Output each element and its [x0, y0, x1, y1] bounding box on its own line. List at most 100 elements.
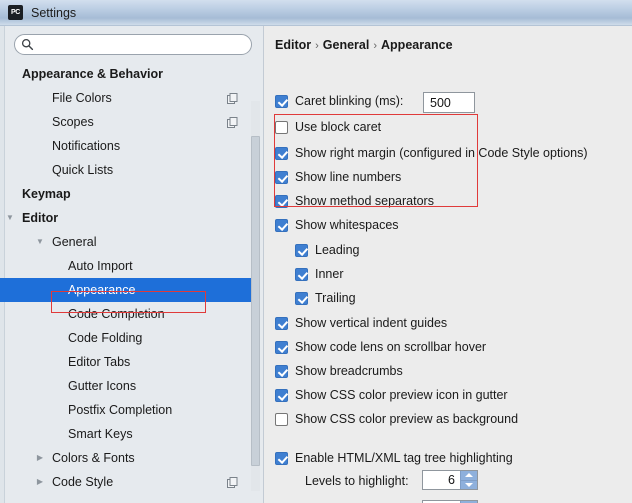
checkbox-trailing[interactable] — [295, 291, 308, 305]
window-title-bar: PC Settings — [0, 0, 632, 26]
settings-dialog: PC Settings Appearance & Behavior File Co… — [0, 0, 632, 503]
search-box[interactable] — [14, 34, 252, 55]
option-show-css-color-preview-icon-in-gutter[interactable]: Show CSS color preview icon in gutter — [275, 388, 508, 402]
option-use-block-caret[interactable]: Use block caret — [275, 120, 381, 134]
option-label: Show right margin (configured in Code St… — [295, 146, 588, 160]
option-label: Show breadcrumbs — [295, 364, 403, 378]
option-show-method-separators[interactable]: Show method separators — [275, 194, 434, 208]
chevron-right-icon[interactable]: ▶ — [34, 476, 46, 488]
option-label: Show whitespaces — [295, 218, 399, 232]
option-caret-blinking[interactable]: Caret blinking (ms): — [275, 94, 403, 108]
checkbox-inner[interactable] — [295, 267, 308, 281]
checkbox-show-line-numbers[interactable] — [275, 170, 288, 184]
option-show-breadcrumbs[interactable]: Show breadcrumbs — [275, 364, 403, 378]
checkbox-show-breadcrumbs[interactable] — [275, 364, 288, 378]
option-enable-html-xml-tag-tree-highlighting[interactable]: Enable HTML/XML tag tree highlighting — [275, 451, 513, 465]
chevron-down-icon[interactable]: ▼ — [34, 236, 46, 248]
sidebar-item-colors-fonts[interactable]: ▶ Colors & Fonts — [0, 446, 252, 470]
option-show-line-numbers[interactable]: Show line numbers — [275, 170, 401, 184]
sidebar-item-editor-tabs[interactable]: Editor Tabs — [0, 350, 252, 374]
breadcrumb-separator-2: › — [373, 40, 378, 52]
search-input[interactable] — [38, 37, 242, 52]
checkbox-show-right-margin-configured-in-code-style-options[interactable] — [275, 146, 288, 160]
levels-to-highlight-increment[interactable] — [461, 471, 477, 481]
search-field-wrapper — [14, 34, 252, 55]
sidebar-item-notifications[interactable]: Notifications — [0, 134, 252, 158]
chevron-down-icon[interactable]: ▼ — [4, 212, 16, 224]
caret-blinking-value-field[interactable]: 500 — [423, 92, 475, 113]
breadcrumb-part-general[interactable]: General — [323, 38, 370, 52]
checkbox-caret-blinking[interactable] — [275, 94, 288, 108]
settings-tree: Appearance & Behavior File Colors Scopes No… — [0, 62, 252, 494]
chevron-right-icon[interactable]: ▶ — [34, 452, 46, 464]
option-label: Show method separators — [295, 194, 434, 208]
option-label: Trailing — [315, 291, 356, 305]
sidebar-item-postfix-completion[interactable]: Postfix Completion — [0, 398, 252, 422]
checkbox-use-block-caret[interactable] — [275, 120, 288, 134]
breadcrumb: Editor › General › Appearance — [275, 38, 453, 52]
copy-icon[interactable] — [227, 92, 238, 104]
sidebar-item-code-style[interactable]: ▶ Code Style — [0, 470, 252, 494]
option-show-css-color-preview-as-background[interactable]: Show CSS color preview as background — [275, 412, 518, 426]
sidebar-item-auto-import[interactable]: Auto Import — [0, 254, 252, 278]
option-inner[interactable]: Inner — [295, 267, 344, 281]
option-show-code-lens-on-scrollbar-hover[interactable]: Show code lens on scrollbar hover — [275, 340, 486, 354]
checkbox-show-vertical-indent-guides[interactable] — [275, 316, 288, 330]
option-show-right-margin-configured-in-code-style-options[interactable]: Show right margin (configured in Code St… — [275, 146, 588, 160]
copy-icon[interactable] — [227, 476, 238, 488]
sidebar-item-label: Smart Keys — [68, 427, 133, 441]
caret-blinking-value: 500 — [430, 95, 451, 110]
breadcrumb-part-appearance: Appearance — [381, 38, 453, 52]
option-trailing[interactable]: Trailing — [295, 291, 356, 305]
checkbox-enable-html-xml-tag-tree-highlighting[interactable] — [275, 451, 288, 465]
levels-to-highlight-label: Levels to highlight: — [305, 474, 409, 488]
sidebar-item-general[interactable]: ▼ General — [0, 230, 252, 254]
levels-to-highlight-value: 6 — [448, 473, 455, 487]
sidebar-item-label: Code Folding — [68, 331, 143, 345]
sidebar-item-label: Scopes — [52, 115, 94, 129]
levels-to-highlight-decrement[interactable] — [461, 481, 477, 490]
option-label: Use block caret — [295, 120, 382, 134]
checkbox-leading[interactable] — [295, 243, 308, 257]
sidebar-item-quick-lists[interactable]: Quick Lists — [0, 158, 252, 182]
checkbox-show-method-separators[interactable] — [275, 194, 288, 208]
copy-icon[interactable] — [227, 116, 238, 128]
option-label-caret-blinking: Caret blinking (ms): — [295, 94, 404, 108]
sidebar-item-label: Gutter Icons — [68, 379, 137, 393]
sidebar-item-smart-keys[interactable]: Smart Keys — [0, 422, 252, 446]
sidebar-item-label: File Colors — [52, 91, 112, 105]
checkbox-show-whitespaces[interactable] — [275, 218, 288, 232]
option-label: Show vertical indent guides — [295, 316, 448, 330]
option-show-vertical-indent-guides[interactable]: Show vertical indent guides — [275, 316, 447, 330]
arrow-up-icon — [465, 473, 473, 478]
sidebar-scrollbar-thumb[interactable] — [251, 136, 260, 466]
sidebar-item-label: Code Completion — [68, 307, 165, 321]
checkbox-show-css-color-preview-icon-in-gutter[interactable] — [275, 388, 288, 402]
appearance-settings-panel: Editor › General › Appearance Caret blinking… — [265, 26, 632, 503]
sidebar-item-editor[interactable]: ▼ Editor — [0, 206, 252, 230]
option-label: Show CSS color preview icon in gutter — [295, 388, 508, 402]
sidebar-item-appearance[interactable]: Appearance — [0, 278, 252, 302]
breadcrumb-part-editor[interactable]: Editor — [275, 38, 311, 52]
pycharm-pc-icon: PC — [8, 5, 23, 20]
levels-to-highlight-stepper[interactable] — [460, 471, 477, 489]
sidebar-item-label: Editor Tabs — [68, 355, 131, 369]
search-icon — [21, 38, 34, 51]
checkbox-show-code-lens-on-scrollbar-hover[interactable] — [275, 340, 288, 354]
levels-to-highlight-spinner[interactable]: 6 — [422, 470, 478, 490]
sidebar-item-label: Code Style — [52, 475, 114, 489]
option-label: Enable HTML/XML tag tree highlighting — [295, 451, 513, 465]
sidebar-item-code-completion[interactable]: Code Completion — [0, 302, 252, 326]
sidebar-item-label: Auto Import — [68, 259, 133, 273]
option-leading[interactable]: Leading — [295, 243, 360, 257]
sidebar-item-label: Postfix Completion — [68, 403, 173, 417]
sidebar-item-scopes[interactable]: Scopes — [0, 110, 252, 134]
sidebar-item-label: Notifications — [52, 139, 121, 153]
sidebar-item-appearance-behavior[interactable]: Appearance & Behavior — [0, 62, 252, 86]
sidebar-item-gutter-icons[interactable]: Gutter Icons — [0, 374, 252, 398]
checkbox-show-css-color-preview-as-background[interactable] — [275, 412, 288, 426]
sidebar-item-file-colors[interactable]: File Colors — [0, 86, 252, 110]
sidebar-item-keymap[interactable]: Keymap — [0, 182, 252, 206]
sidebar-item-code-folding[interactable]: Code Folding — [0, 326, 252, 350]
option-show-whitespaces[interactable]: Show whitespaces — [275, 218, 399, 232]
